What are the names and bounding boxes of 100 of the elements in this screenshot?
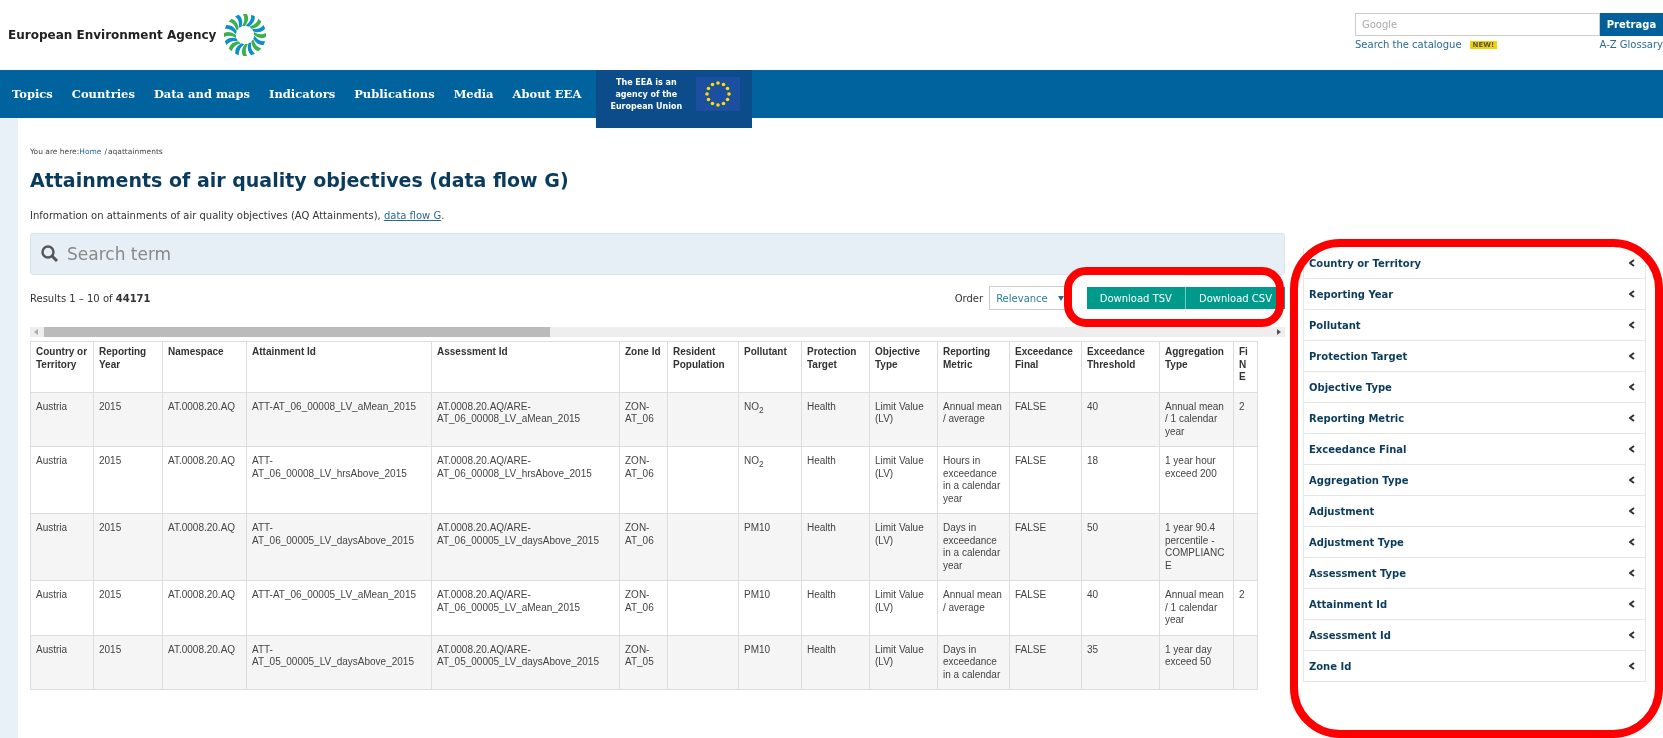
table-cell: Days in exceedance in a calendar <box>937 635 1010 690</box>
results-count: Results 1 – 10 of 44171 <box>30 292 152 304</box>
search-field[interactable]: Search term <box>30 233 1285 275</box>
filter-facet[interactable]: Exceedance Final <box>1303 434 1646 465</box>
table-cell: FALSE <box>1009 392 1082 447</box>
filter-facet[interactable]: Adjustment <box>1303 496 1646 527</box>
table-cell: Limit Value (LV) <box>869 513 938 581</box>
filter-facet[interactable]: Protection Target <box>1303 341 1646 372</box>
filter-facet[interactable]: Reporting Metric <box>1303 403 1646 434</box>
table-cell: 40 <box>1081 580 1160 635</box>
scroll-left-icon[interactable] <box>34 329 38 335</box>
filter-facet[interactable]: Aggregation Type <box>1303 465 1646 496</box>
filter-facet[interactable]: Adjustment Type <box>1303 527 1646 558</box>
column-header[interactable]: Aggregation Type <box>1159 341 1234 392</box>
table-cell: Annual mean / 1 calendar year <box>1159 392 1234 447</box>
column-header[interactable]: Pollutant <box>738 341 802 392</box>
column-header[interactable]: Zone Id <box>619 341 668 392</box>
table-cell: ATT-AT_06_00005_LV_daysAbove_2015 <box>246 513 432 581</box>
nav-link[interactable]: About EEA <box>512 70 582 118</box>
search-input[interactable]: Search term <box>65 238 1284 270</box>
table-cell: Days in exceedance in a calendar year <box>937 513 1010 581</box>
table-cell: ZON-AT_05 <box>619 635 668 690</box>
table-cell: ZON-AT_06 <box>619 446 668 514</box>
table-cell: AT.0008.20.AQ <box>162 635 247 690</box>
scroll-right-icon[interactable] <box>1277 329 1281 335</box>
search-field[interactable]: Google <box>1355 13 1600 36</box>
column-header[interactable]: Country or Territory <box>30 341 94 392</box>
table-cell: Health <box>801 446 870 514</box>
filter-facet[interactable]: Attainment Id <box>1303 589 1646 620</box>
table-cell: Austria <box>30 580 94 635</box>
filter-facet[interactable]: Reporting Year <box>1303 279 1646 310</box>
column-header[interactable]: Attainment Id <box>246 341 432 392</box>
table-cell: Annual mean / average <box>937 392 1010 447</box>
table-cell: NO$_{2}$ <box>738 392 802 447</box>
scroll-thumb[interactable] <box>44 327 550 337</box>
table-cell: 1 year 90.4 percentile - COMPLIANCE <box>1159 513 1234 581</box>
table-cell: ZON-AT_06 <box>619 392 668 447</box>
table-cell: ATT-AT_05_00005_LV_daysAbove_2015 <box>246 635 432 690</box>
filter-facet[interactable]: Pollutant <box>1303 310 1646 341</box>
nav-link[interactable]: Indicators <box>269 70 336 118</box>
filter-facet[interactable]: Objective Type <box>1303 372 1646 403</box>
table-cell: AT.0008.20.AQ <box>162 580 247 635</box>
table-cell: ZON-AT_06 <box>619 580 668 635</box>
nav-link[interactable]: Publications <box>354 70 435 118</box>
table-cell: 35 <box>1081 635 1160 690</box>
nav-link[interactable]: Data and maps <box>153 70 251 118</box>
filter-facet[interactable]: Assessment Type <box>1303 558 1646 589</box>
table-cell: PM10 <box>738 513 802 581</box>
table-cell: Austria <box>30 392 94 447</box>
table-cell: Austria <box>30 446 94 514</box>
table-cell: ATT-AT_06_00008_LV_aMean_2015 <box>246 392 432 447</box>
table-cell: PM10 <box>738 635 802 690</box>
search-button[interactable]: Pretraga <box>1600 13 1663 36</box>
column-header[interactable]: Resident Population <box>667 341 739 392</box>
column-header[interactable]: Namespace <box>162 341 247 392</box>
nav-link[interactable]: Topics <box>12 70 53 118</box>
filter-facet[interactable]: Country or Territory <box>1303 248 1646 279</box>
table-cell: FALSE <box>1009 513 1082 581</box>
search-icon <box>41 245 59 263</box>
column-header[interactable]: Reporting Metric <box>937 341 1010 392</box>
table-cell: AT.0008.20.AQ <box>162 513 247 581</box>
table-cell: 2015 <box>93 580 163 635</box>
column-header[interactable]: Exceedance Final <box>1009 341 1082 392</box>
table-cell: 2015 <box>93 392 163 447</box>
eu-note: The EEA is an agency of the European Union <box>610 77 683 113</box>
table-cell: FALSE <box>1009 446 1082 514</box>
table-cell: Health <box>801 580 870 635</box>
table-cell: Health <box>801 635 870 690</box>
table-cell: AT.0008.20.AQ/ARE-AT_06_00005_LV_daysAbove_2015 <box>431 513 620 581</box>
column-header[interactable]: Reporting Year <box>93 341 163 392</box>
nav-link[interactable]: Countries <box>71 70 135 118</box>
table-cell: AT.0008.20.AQ/ARE-AT_06_00008_LV_aMean_2015 <box>431 392 620 447</box>
header-link[interactable]: A-Z Glossary <box>1599 39 1663 50</box>
table-cell: 2015 <box>93 513 163 581</box>
filter-facet[interactable]: Assessment Id <box>1303 620 1646 651</box>
table-cell: AT.0008.20.AQ/ARE-AT_06_00005_LV_aMean_2015 <box>431 580 620 635</box>
table-cell: 2015 <box>93 635 163 690</box>
table-cell: 40 <box>1081 392 1160 447</box>
column-header[interactable]: Fi N E <box>1233 341 1258 392</box>
table-cell: Hours in exceedance in a calendar year <box>937 446 1010 514</box>
table-cell: Austria <box>30 513 94 581</box>
filter-facet[interactable]: Zone Id <box>1303 651 1646 682</box>
table-cell: ATT-AT_06_00008_LV_hrsAbove_2015 <box>246 446 432 514</box>
column-header[interactable]: Protection Target <box>801 341 870 392</box>
intro-text: Information on attainments of air quality objectives (AQ Attainments), data flow G. <box>30 210 446 221</box>
table-cell: Limit Value (LV) <box>869 446 938 514</box>
table-cell: FALSE <box>1009 580 1082 635</box>
sunburst-logo-icon <box>222 13 269 57</box>
table-cell: AT.0008.20.AQ <box>162 446 247 514</box>
nav-link[interactable]: Media <box>453 70 494 118</box>
table-cell: Limit Value (LV) <box>869 635 938 690</box>
table-cell: 2015 <box>93 446 163 514</box>
table-cell: Annual mean / 1 calendar year <box>1159 580 1234 635</box>
column-header[interactable]: Assessment Id <box>431 341 620 392</box>
table-cell: Annual mean / average <box>937 580 1010 635</box>
table-cell: Health <box>801 392 870 447</box>
column-header[interactable]: Exceedance Threshold <box>1081 341 1160 392</box>
table-cell: 1 year hour exceed 200 <box>1159 446 1234 514</box>
eu-flag-icon <box>696 77 741 111</box>
column-header[interactable]: Objective Type <box>869 341 938 392</box>
